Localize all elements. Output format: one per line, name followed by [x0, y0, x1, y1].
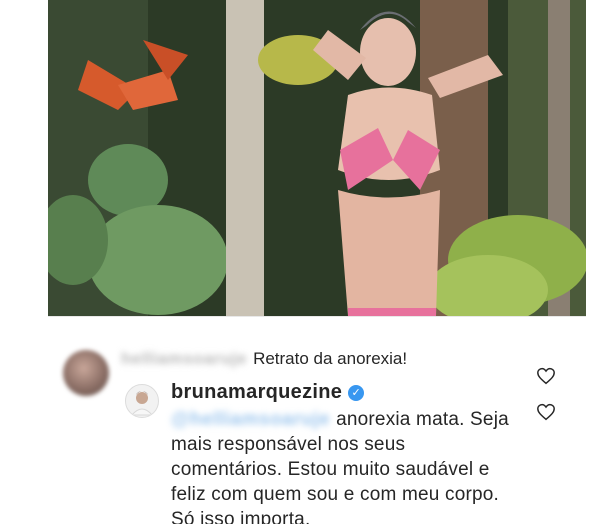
post-photo[interactable]	[48, 0, 586, 316]
comment-1-username[interactable]: helliamsoaruje	[121, 349, 247, 369]
comment-2-body: @helliamsoaruje anorexia mata. Seja mais …	[171, 407, 521, 524]
instagram-post: helliamsoaruje Retrato da anorexia! bruna…	[48, 0, 586, 524]
comment-2-header: brunamarquezine ✓	[171, 381, 521, 404]
comment-2: brunamarquezine ✓ @helliamsoaruje anorexi…	[171, 381, 521, 524]
verified-check-icon: ✓	[348, 384, 365, 401]
comment-2-mention[interactable]: @helliamsoaruje	[171, 407, 330, 432]
comment-2-username[interactable]: brunamarquezine	[171, 381, 342, 404]
commenter-avatar[interactable]	[63, 350, 109, 396]
reply-avatar[interactable]	[125, 384, 159, 418]
heart-icon[interactable]	[536, 403, 556, 421]
reply-avatar-image	[130, 391, 154, 416]
comments-section: helliamsoaruje Retrato da anorexia! bruna…	[48, 316, 586, 524]
comment-1-text: Retrato da anorexia!	[253, 349, 408, 368]
post-photo-art	[48, 0, 586, 316]
comment-1: helliamsoaruje Retrato da anorexia!	[121, 349, 407, 369]
heart-icon[interactable]	[536, 367, 556, 385]
